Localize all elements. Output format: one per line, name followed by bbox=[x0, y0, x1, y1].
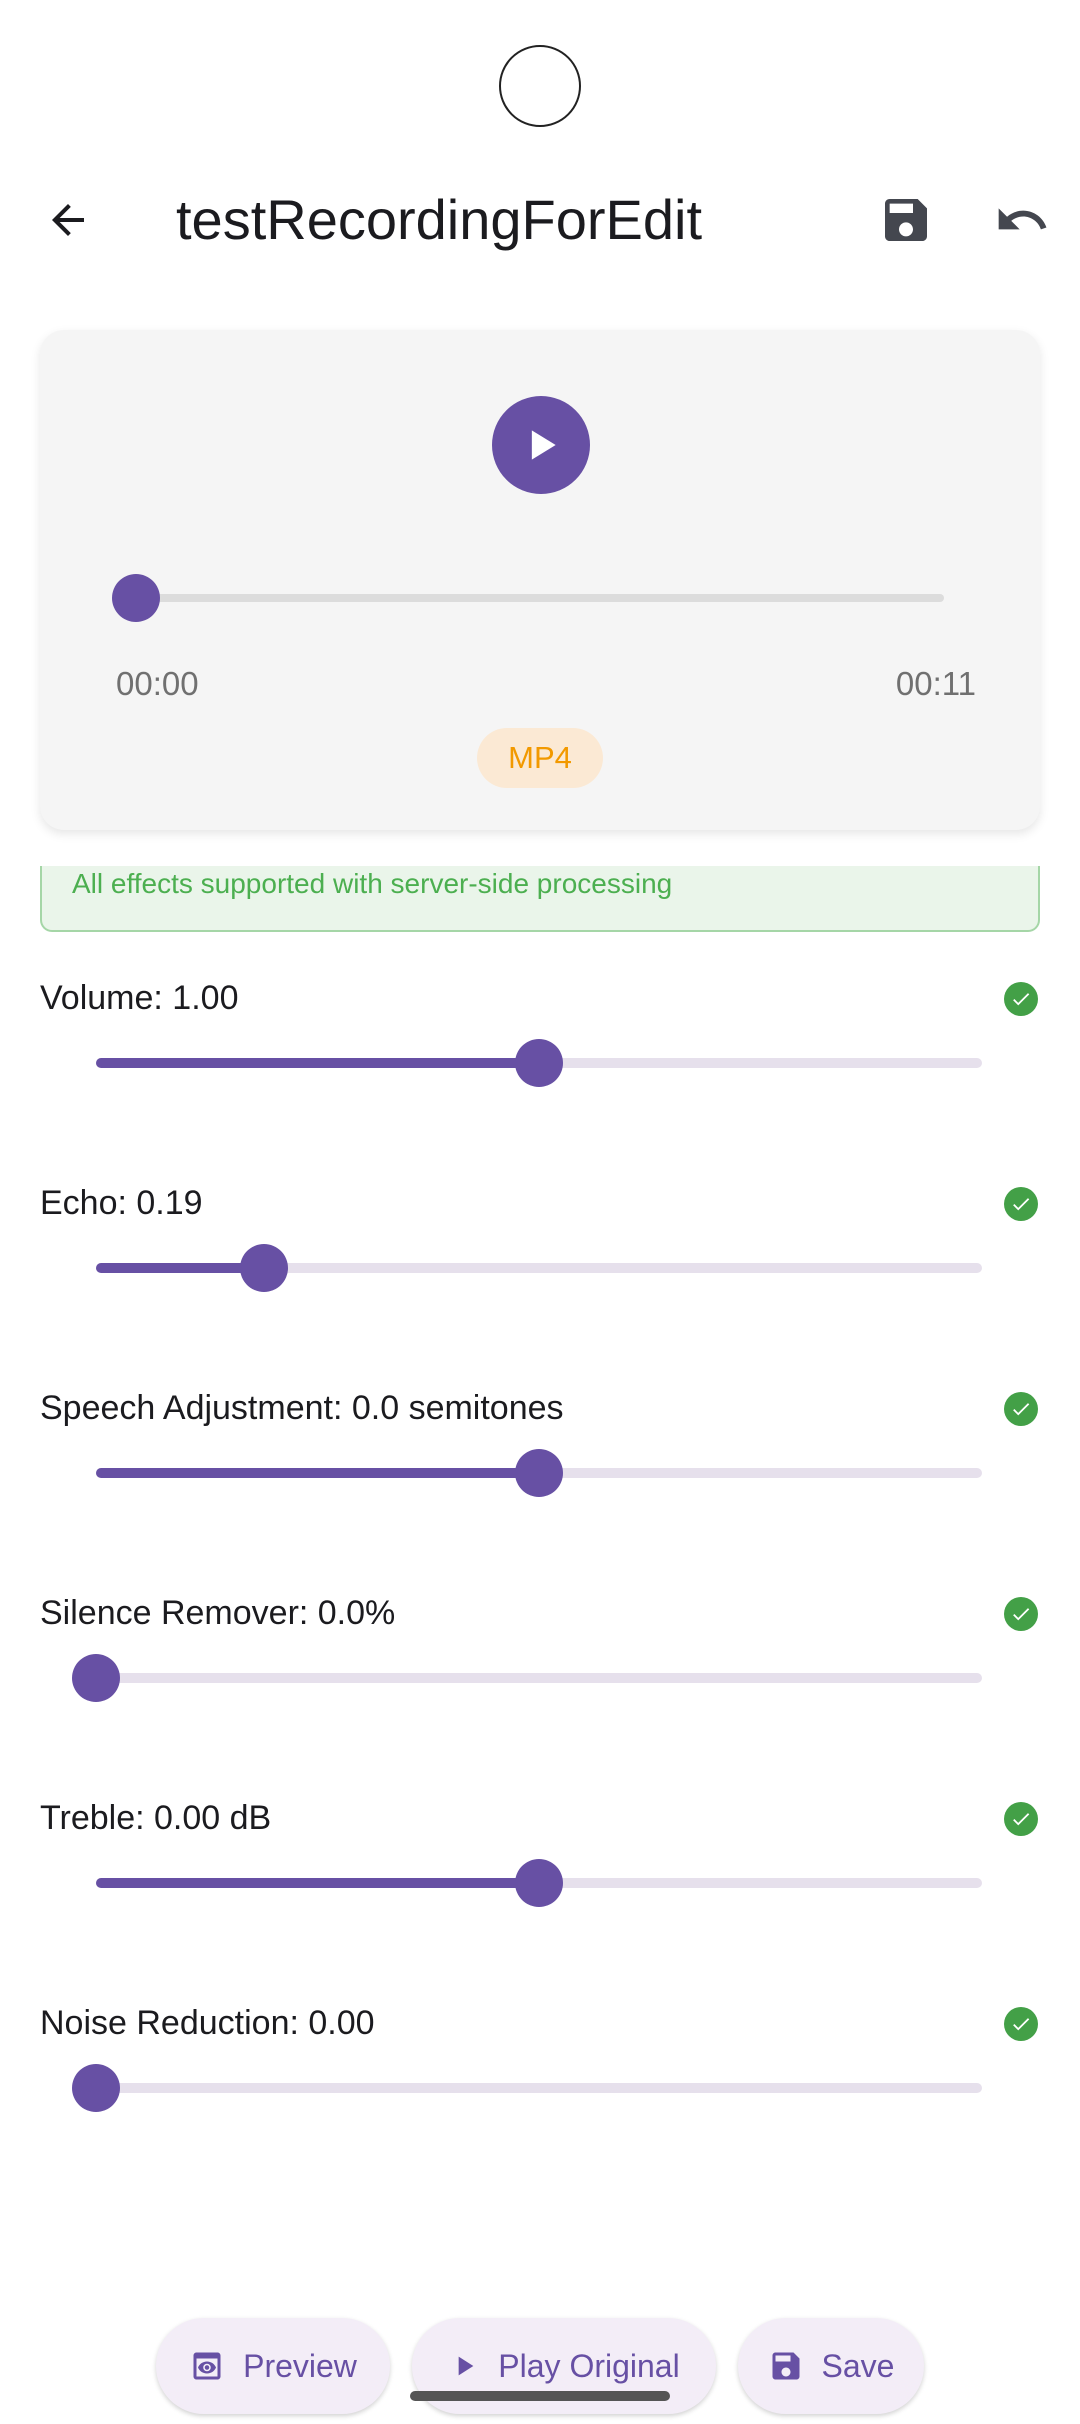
slider-fill bbox=[96, 1878, 539, 1888]
slider-fill bbox=[96, 1468, 539, 1478]
action-bar: Preview Play Original Save bbox=[0, 2310, 1080, 2420]
camera-cutout bbox=[499, 45, 581, 127]
notice-text: All effects supported with server-side p… bbox=[72, 868, 673, 899]
effect-slider[interactable] bbox=[96, 1244, 982, 1292]
slider-fill bbox=[96, 1058, 539, 1068]
save-button[interactable] bbox=[866, 180, 946, 260]
undo-icon bbox=[998, 208, 1047, 230]
slider-thumb[interactable] bbox=[515, 1449, 563, 1497]
preview-icon bbox=[193, 2352, 221, 2380]
current-time: 00:00 bbox=[116, 665, 199, 702]
effect-label: Silence Remover: 0.0% bbox=[40, 1594, 396, 1632]
effect-slider[interactable] bbox=[96, 1859, 982, 1907]
play-icon bbox=[531, 430, 556, 460]
check-circle-icon bbox=[1004, 2007, 1038, 2041]
effect-slider[interactable] bbox=[96, 1039, 982, 1087]
seek-bar[interactable] bbox=[136, 594, 944, 602]
effect-label: Treble: 0.00 dB bbox=[40, 1799, 272, 1837]
check-circle-icon bbox=[1004, 1802, 1038, 1836]
save-label: Save bbox=[821, 2347, 895, 2384]
duration: 00:11 bbox=[895, 665, 976, 702]
check-circle-icon bbox=[1004, 1597, 1038, 1631]
effect-row: Volume: 1.00 bbox=[0, 978, 1080, 1158]
effect-row: Speech Adjustment: 0.0 semitones bbox=[0, 1388, 1080, 1568]
arrow-back-icon bbox=[52, 204, 84, 236]
effect-label: Speech Adjustment: 0.0 semitones bbox=[40, 1389, 564, 1427]
slider-fill bbox=[96, 1263, 265, 1273]
back-button[interactable] bbox=[28, 180, 108, 260]
home-indicator bbox=[410, 2391, 670, 2401]
seek-thumb[interactable] bbox=[112, 574, 160, 622]
save-icon bbox=[885, 199, 927, 241]
check-circle-icon bbox=[1004, 982, 1038, 1016]
play-button[interactable] bbox=[492, 396, 590, 494]
effect-label: Volume: 1.00 bbox=[40, 979, 239, 1017]
save-icon bbox=[772, 2352, 800, 2380]
preview-label: Preview bbox=[243, 2347, 357, 2384]
slider-thumb[interactable] bbox=[515, 1039, 563, 1087]
effect-row: Echo: 0.19 bbox=[0, 1183, 1080, 1363]
format-badge: MP4 bbox=[477, 728, 603, 788]
player-card: 00:00 00:11 MP4 bbox=[40, 330, 1040, 830]
undo-button[interactable] bbox=[982, 180, 1062, 260]
effect-slider[interactable] bbox=[72, 1654, 982, 1702]
page-title: testRecordingForEdit bbox=[176, 188, 703, 251]
play-original-label: Play Original bbox=[498, 2347, 680, 2384]
slider-thumb[interactable] bbox=[240, 1244, 289, 1292]
effect-label: Noise Reduction: 0.00 bbox=[40, 2004, 375, 2042]
effect-slider[interactable] bbox=[72, 2064, 982, 2112]
processing-notice: All effects supported with server-side p… bbox=[40, 866, 1040, 932]
effect-label: Echo: 0.19 bbox=[40, 1184, 203, 1222]
slider-thumb[interactable] bbox=[515, 1859, 563, 1907]
check-circle-icon bbox=[1004, 1392, 1038, 1426]
app-bar: testRecordingForEdit bbox=[0, 170, 1080, 270]
effect-slider[interactable] bbox=[96, 1449, 982, 1497]
check-circle-icon bbox=[1004, 1187, 1038, 1221]
effect-row: Silence Remover: 0.0% bbox=[0, 1593, 1080, 1773]
preview-button[interactable]: Preview bbox=[156, 2318, 390, 2414]
play-arrow-icon bbox=[458, 2356, 474, 2376]
slider-thumb[interactable] bbox=[72, 2064, 120, 2112]
effect-row: Treble: 0.00 dB bbox=[0, 1798, 1080, 1978]
save-action-button[interactable]: Save bbox=[738, 2318, 924, 2414]
effect-row: Noise Reduction: 0.00 bbox=[0, 2003, 1080, 2183]
slider-thumb[interactable] bbox=[72, 1654, 120, 1702]
